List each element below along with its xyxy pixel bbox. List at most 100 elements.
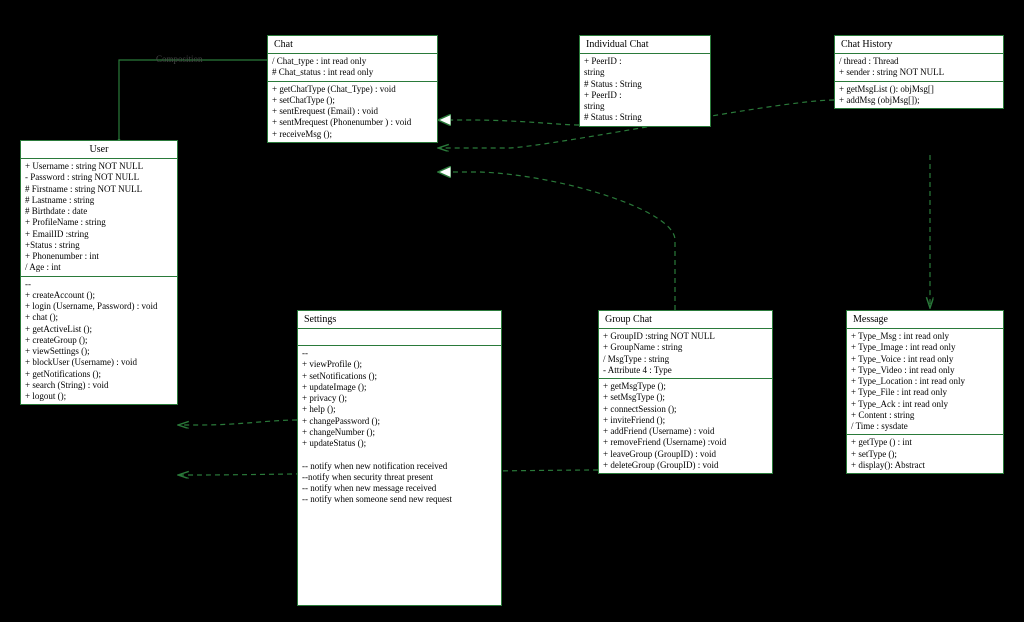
class-line: + blockUser (Username) : void xyxy=(25,357,173,368)
class-line: + EmailID :string xyxy=(25,229,173,240)
class-line: + Type_File : int read only xyxy=(851,387,999,398)
class-line: + sentMrequest (Phonenumber ) : void xyxy=(272,117,433,128)
class-line: string xyxy=(584,101,706,112)
class-line: + Type_Voice : int read only xyxy=(851,354,999,365)
class-line: + getActiveList (); xyxy=(25,324,173,335)
class-line: + getNotifications (); xyxy=(25,369,173,380)
class-user-attrs: + Username : string NOT NULL- Password :… xyxy=(21,159,177,277)
class-line: + help (); xyxy=(302,404,497,415)
class-line: + connectSession (); xyxy=(603,404,768,415)
class-user: User + Username : string NOT NULL- Passw… xyxy=(20,140,178,405)
class-settings-ops: --+ viewProfile ();+ setNotifications ()… xyxy=(298,346,501,508)
class-line: --notify when security threat present xyxy=(302,472,497,483)
class-line: + getMsgType (); xyxy=(603,381,768,392)
class-line: + chat (); xyxy=(25,312,173,323)
class-line: + logout (); xyxy=(25,391,173,402)
class-line: + GroupName : string xyxy=(603,342,768,353)
class-line: / Time : sysdate xyxy=(851,421,999,432)
class-chat-attrs: / Chat_type : int read only# Chat_status… xyxy=(268,54,437,82)
relation-label-composition: Composition xyxy=(156,54,203,64)
class-message: Message + Type_Msg : int read only+ Type… xyxy=(846,310,1004,474)
class-line: - Attribute 4 : Type xyxy=(603,365,768,376)
class-settings: Settings --+ viewProfile ();+ setNotific… xyxy=(297,310,502,606)
class-line: / Age : int xyxy=(25,262,173,273)
class-line: string xyxy=(584,67,706,78)
class-chat-ops: + getChatType (Chat_Type) : void+ setCha… xyxy=(268,82,437,142)
class-message-ops: + getType () : int+ setType ();+ display… xyxy=(847,435,1003,473)
class-settings-title: Settings xyxy=(298,311,501,329)
class-message-attrs: + Type_Msg : int read only+ Type_Image :… xyxy=(847,329,1003,435)
class-line: + createAccount (); xyxy=(25,290,173,301)
class-line: + display(): Abstract xyxy=(851,460,999,471)
class-history-title: Chat History xyxy=(835,36,1003,54)
class-individual-attrs: + PeerID :string# Status : String+ PeerI… xyxy=(580,54,710,126)
class-line: # Status : String xyxy=(584,79,706,90)
class-history-ops: + getMsgList (): objMsg[]+ addMsg (objMs… xyxy=(835,82,1003,109)
class-line: + updateStatus (); xyxy=(302,438,497,449)
class-line: -- notify when new notification received xyxy=(302,461,497,472)
class-chat-history: Chat History / thread : Thread+ sender :… xyxy=(834,35,1004,109)
class-line: + login (Username, Password) : void xyxy=(25,301,173,312)
class-line: # Birthdate : date xyxy=(25,206,173,217)
class-line: + addMsg (objMsg[]); xyxy=(839,95,999,106)
class-line: + changeNumber (); xyxy=(302,427,497,438)
class-line: + leaveGroup (GroupID) : void xyxy=(603,449,768,460)
class-line: + Type_Msg : int read only xyxy=(851,331,999,342)
class-line: # Chat_status : int read only xyxy=(272,67,433,78)
class-line: + GroupID :string NOT NULL xyxy=(603,331,768,342)
class-line: + PeerID : xyxy=(584,56,706,67)
class-line: + getType () : int xyxy=(851,437,999,448)
class-line: -- notify when new message received xyxy=(302,483,497,494)
class-chat-title: Chat xyxy=(268,36,437,54)
class-line: + sender : string NOT NULL xyxy=(839,67,999,78)
class-line: + Username : string NOT NULL xyxy=(25,161,173,172)
class-individual-title: Individual Chat xyxy=(580,36,710,54)
class-message-title: Message xyxy=(847,311,1003,329)
class-line: + privacy (); xyxy=(302,393,497,404)
class-line: + addFriend (Username) : void xyxy=(603,426,768,437)
class-line: -- xyxy=(302,348,497,359)
class-line: / Chat_type : int read only xyxy=(272,56,433,67)
class-line: + search (String) : void xyxy=(25,380,173,391)
class-group-attrs: + GroupID :string NOT NULL+ GroupName : … xyxy=(599,329,772,379)
class-line: -- xyxy=(25,279,173,290)
class-line: -- notify when someone send new request xyxy=(302,494,497,505)
class-line: + PeerID : xyxy=(584,90,706,101)
class-line: + viewSettings (); xyxy=(25,346,173,357)
class-line: + ProfileName : string xyxy=(25,217,173,228)
class-user-title: User xyxy=(21,141,177,159)
class-line: +Status : string xyxy=(25,240,173,251)
class-line: + setNotifications (); xyxy=(302,371,497,382)
class-line: - Password : string NOT NULL xyxy=(25,172,173,183)
class-line: + createGroup (); xyxy=(25,335,173,346)
class-line: + deleteGroup (GroupID) : void xyxy=(603,460,768,471)
class-line: + sentErequest (Email) : void xyxy=(272,106,433,117)
class-line xyxy=(302,449,497,460)
class-line: / thread : Thread xyxy=(839,56,999,67)
class-line: + setChatType (); xyxy=(272,95,433,106)
class-line: + receiveMsg (); xyxy=(272,129,433,140)
class-line: + setType (); xyxy=(851,449,999,460)
class-line: + inviteFriend (); xyxy=(603,415,768,426)
class-line: # Lastname : string xyxy=(25,195,173,206)
class-line: + Content : string xyxy=(851,410,999,421)
class-line: + Type_Ack : int read only xyxy=(851,399,999,410)
class-settings-attrs-empty xyxy=(298,329,501,346)
class-line: + setMsgType (); xyxy=(603,392,768,403)
class-line: + getMsgList (): objMsg[] xyxy=(839,84,999,95)
class-line: + Type_Video : int read only xyxy=(851,365,999,376)
class-line: / MsgType : string xyxy=(603,354,768,365)
class-group-chat: Group Chat + GroupID :string NOT NULL+ G… xyxy=(598,310,773,474)
class-line: + Phonenumber : int xyxy=(25,251,173,262)
class-line: + updateImage (); xyxy=(302,382,497,393)
class-line: + getChatType (Chat_Type) : void xyxy=(272,84,433,95)
class-line: + Type_Location : int read only xyxy=(851,376,999,387)
class-history-attrs: / thread : Thread+ sender : string NOT N… xyxy=(835,54,1003,82)
class-line: + changePassword (); xyxy=(302,416,497,427)
class-line: + Type_Image : int read only xyxy=(851,342,999,353)
class-user-ops: --+ createAccount ();+ login (Username, … xyxy=(21,277,177,405)
class-line: + removeFriend (Username) :void xyxy=(603,437,768,448)
class-group-title: Group Chat xyxy=(599,311,772,329)
class-chat: Chat / Chat_type : int read only# Chat_s… xyxy=(267,35,438,143)
class-individual-chat: Individual Chat + PeerID :string# Status… xyxy=(579,35,711,127)
